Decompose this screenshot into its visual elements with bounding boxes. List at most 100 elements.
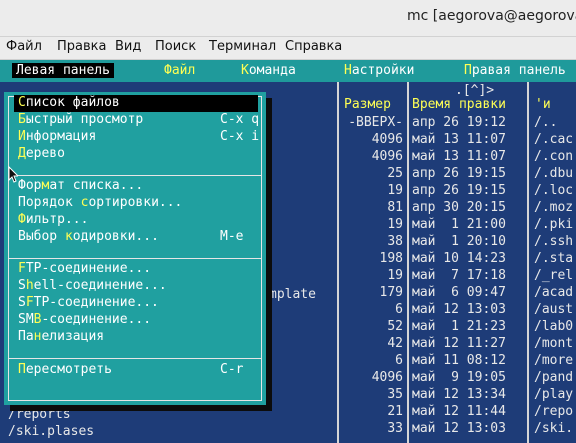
file-name[interactable]: /_rel [534,268,573,283]
dropdown-item[interactable]: Панелизация [14,329,258,346]
dropdown-item[interactable]: Порядок сортировки... [14,195,258,212]
file-size[interactable]: 35 [387,387,403,402]
file-name[interactable]: /.loc [534,183,573,198]
file-mtime[interactable]: май 9 19:05 [412,370,506,385]
file-size[interactable]: 4096 [372,149,403,164]
app-menu-view[interactable]: Вид [115,39,141,54]
app-menu-search[interactable]: Поиск [155,39,196,54]
file-name[interactable]: /repo [534,404,573,419]
dropdown-separator [8,258,262,259]
file-name[interactable]: /.sta [534,251,573,266]
file-name[interactable]: /lab0 [534,319,573,334]
dropdown-item[interactable]: FTP-соединение... [14,261,258,278]
file-size[interactable]: 19 [387,217,403,232]
file-size[interactable]: 52 [387,319,403,334]
file-mtime[interactable]: май 12 13:03 [412,421,506,436]
window-titlebar: mc [aegorova@aegorova.lo [0,0,576,37]
column-header-mtime[interactable]: Время правки [412,97,506,112]
file-size[interactable]: 33 [387,421,403,436]
app-menu-help[interactable]: Справка [285,39,342,54]
panel-divider-right [527,82,529,443]
mc-menu-file[interactable]: Файл [164,63,195,78]
app-menu-file[interactable]: Файл [6,39,42,54]
file-mtime[interactable]: май 11 08:12 [412,353,506,368]
file-mtime[interactable]: май 1 21:23 [412,319,506,334]
file-size[interactable]: 19 [387,268,403,283]
file-size[interactable]: 42 [387,336,403,351]
dropdown-item-shortcut: M-e [220,229,244,244]
left-panel-ski-plases[interactable]: /ski.plases [8,424,94,439]
dropdown-item[interactable]: Информация C-x i [14,129,260,146]
dropdown-item-label: Дерево [18,146,65,161]
file-size[interactable]: 4096 [372,132,403,147]
dropdown-item-label: Shell-соединение... [18,278,167,293]
dropdown-item[interactable]: Shell-соединение... [14,278,258,295]
left-panel-fragment: mplate [269,287,316,302]
file-size[interactable]: 25 [387,166,403,181]
file-name[interactable]: /.pki [534,217,573,232]
file-size[interactable]: 38 [387,234,403,249]
dropdown-item-label: Формат списка... [18,178,144,193]
dropdown-item[interactable]: Пересмотреть C-r [14,362,258,379]
file-mtime[interactable]: май 13 11:07 [412,149,506,164]
file-name[interactable]: /more [534,353,573,368]
file-size[interactable]: 21 [387,404,403,419]
file-name[interactable]: /.dbu [534,166,573,181]
file-name[interactable]: /.cac [534,132,573,147]
app-menu-terminal[interactable]: Терминал [209,39,276,54]
mc-menu-right-panel[interactable]: Правая панель [464,63,566,78]
file-name[interactable]: /.ssh [534,234,573,249]
mc-menu-left-panel[interactable]: Левая панель [12,63,114,78]
file-name[interactable]: /acad [534,285,573,300]
column-header-name[interactable]: 'и [535,97,551,112]
file-size[interactable]: 4096 [372,370,403,385]
dropdown-item[interactable]: Список файлов [14,95,258,112]
dropdown-item-label: Выбор кодировки... [18,229,159,244]
file-size[interactable]: 179 [380,285,403,300]
file-size[interactable]: 6 [395,353,403,368]
file-mtime[interactable]: май 1 20:10 [412,234,506,249]
file-size[interactable]: 6 [395,302,403,317]
file-size[interactable]: -ВВЕРХ- [348,115,403,130]
dropdown-item[interactable]: Быстрый просмотр C-x q [14,112,259,129]
dropdown-separator [8,358,262,359]
file-name[interactable]: /.. [534,115,557,130]
dropdown-item[interactable]: Фильтр... [14,212,258,229]
dropdown-item-shortcut: C-x i [220,129,260,144]
mc-menu-command[interactable]: Команда [241,63,296,78]
file-mtime[interactable]: май 12 11:27 [412,336,506,351]
file-name[interactable]: /mont [534,336,573,351]
dropdown-item[interactable]: SFTP-соединение... [14,295,258,312]
mc-menu-settings[interactable]: Настройки [344,63,414,78]
file-name[interactable]: /ski. [534,421,573,436]
file-mtime[interactable]: апр 26 19:12 [412,115,506,130]
file-name[interactable]: /pand [534,370,573,385]
file-mtime[interactable]: апр 26 19:15 [412,183,506,198]
file-size[interactable]: 81 [387,200,403,215]
column-header-size[interactable]: Размер [344,97,391,112]
file-mtime[interactable]: май 12 13:03 [412,302,506,317]
left-panel-reports[interactable]: /reports [8,407,71,422]
file-mtime[interactable]: май 10 14:23 [412,251,506,266]
dropdown-item[interactable]: Формат списка... [14,178,258,195]
app-menu-edit[interactable]: Правка [57,39,106,54]
panel-top-indicator[interactable]: .[^]> [455,83,494,98]
dropdown-item[interactable]: Выбор кодировки... M-e [14,229,258,246]
file-mtime[interactable]: апр 30 20:15 [412,200,506,215]
file-size[interactable]: 198 [380,251,403,266]
terminal-area[interactable]: Левая панель Файл Команда Настройки Прав… [0,60,576,443]
file-name[interactable]: /aust [534,302,573,317]
file-mtime[interactable]: май 13 11:07 [412,132,506,147]
file-mtime[interactable]: май 7 17:18 [412,268,506,283]
file-mtime[interactable]: май 1 21:00 [412,217,506,232]
file-name[interactable]: /play [534,387,573,402]
file-size[interactable]: 19 [387,183,403,198]
file-mtime[interactable]: май 6 09:47 [412,285,506,300]
file-mtime[interactable]: май 12 11:44 [412,404,506,419]
file-mtime[interactable]: апр 26 19:15 [412,166,506,181]
file-mtime[interactable]: май 12 13:34 [412,387,506,402]
dropdown-item[interactable]: Дерево [14,146,258,163]
file-name[interactable]: /.moz [534,200,573,215]
file-name[interactable]: /.con [534,149,573,164]
dropdown-item[interactable]: SMB-соединение... [14,312,258,329]
